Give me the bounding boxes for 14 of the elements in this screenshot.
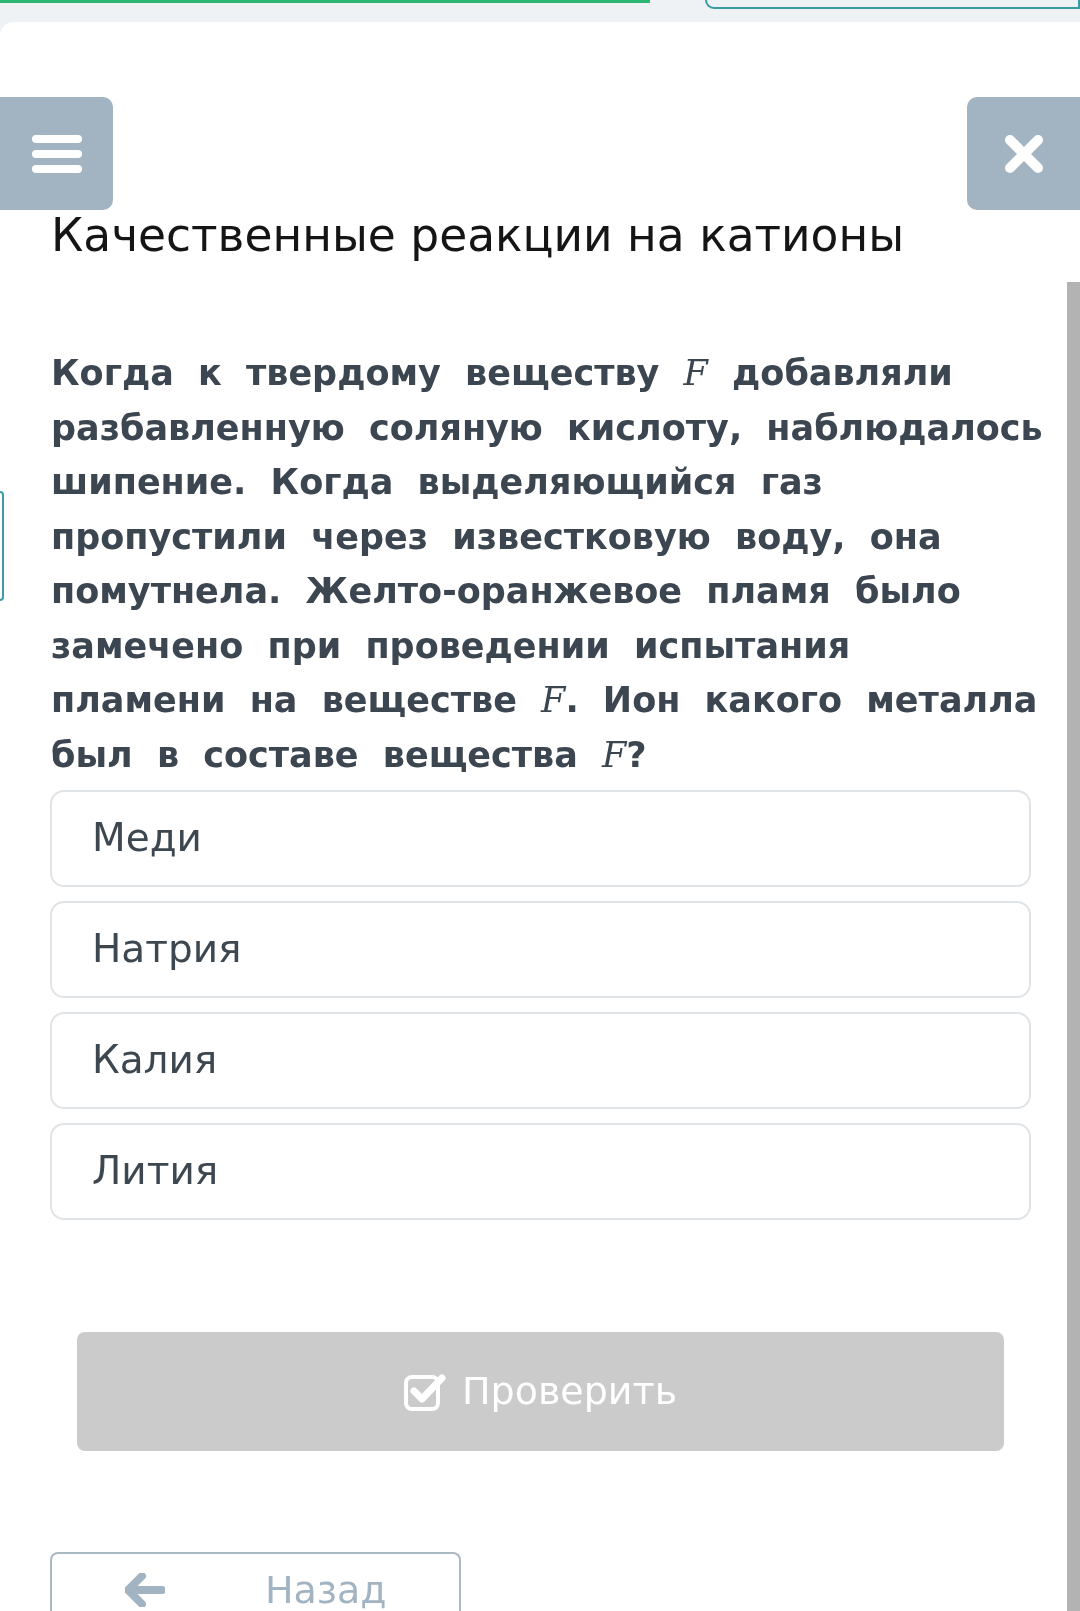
answer-option[interactable]: Натрия bbox=[50, 901, 1031, 998]
menu-button[interactable] bbox=[0, 97, 113, 210]
close-icon bbox=[1003, 133, 1044, 174]
answer-option[interactable]: Меди bbox=[50, 790, 1031, 887]
answer-option[interactable]: Лития bbox=[50, 1123, 1031, 1220]
close-button[interactable] bbox=[967, 97, 1080, 210]
question-text: Когда к твердому веществу F добавляли разбавленную соляную кислоту, наблюдалось шипение. Когда выделяющийся газ пропустили через известковую воду, она помутнела. Желто-оранжевое пламя было замечено при проведении испытания пламени на веществе F. Ион какого металла был в составе вещества F? bbox=[51, 352, 1044, 777]
answer-option[interactable]: Калия bbox=[50, 1012, 1031, 1109]
side-tab-edge[interactable] bbox=[0, 491, 4, 601]
checked-box-icon bbox=[403, 1372, 446, 1411]
arrow-left-icon bbox=[125, 1573, 165, 1607]
scrollbar[interactable] bbox=[1067, 282, 1080, 1611]
page-title: Качественные реакции на катионы bbox=[51, 208, 906, 264]
menu-icon bbox=[31, 134, 82, 173]
